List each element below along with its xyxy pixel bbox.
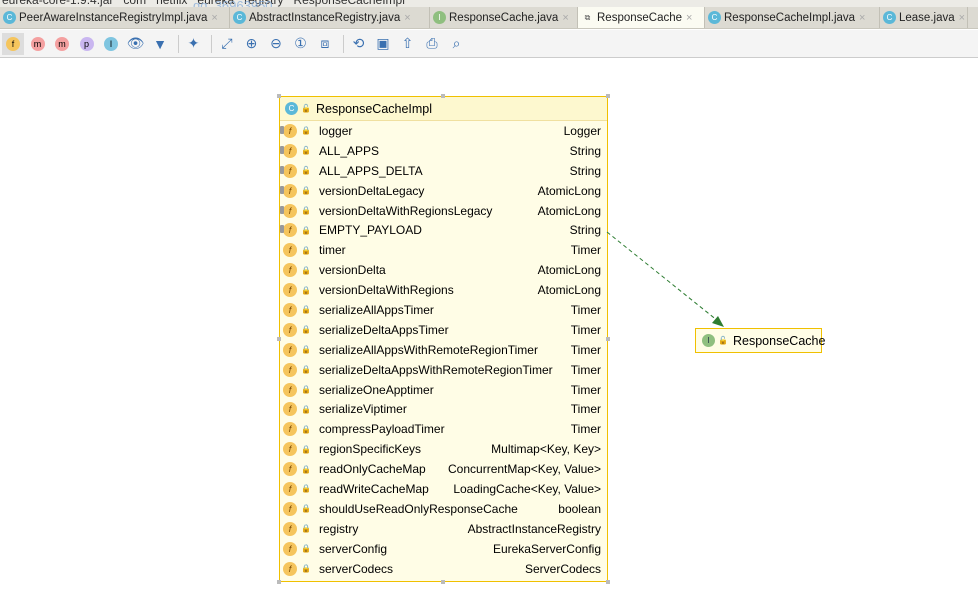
resize-handle[interactable] bbox=[606, 580, 610, 584]
resize-handle[interactable] bbox=[277, 580, 281, 584]
resize-handle[interactable] bbox=[277, 337, 281, 341]
resize-handle[interactable] bbox=[441, 580, 445, 584]
implements-edge[interactable] bbox=[0, 0, 978, 601]
resize-handle[interactable] bbox=[277, 94, 281, 98]
resize-handle[interactable] bbox=[606, 94, 610, 98]
resize-handle[interactable] bbox=[441, 94, 445, 98]
edge-line[interactable] bbox=[606, 231, 719, 322]
resize-handle[interactable] bbox=[606, 337, 610, 341]
